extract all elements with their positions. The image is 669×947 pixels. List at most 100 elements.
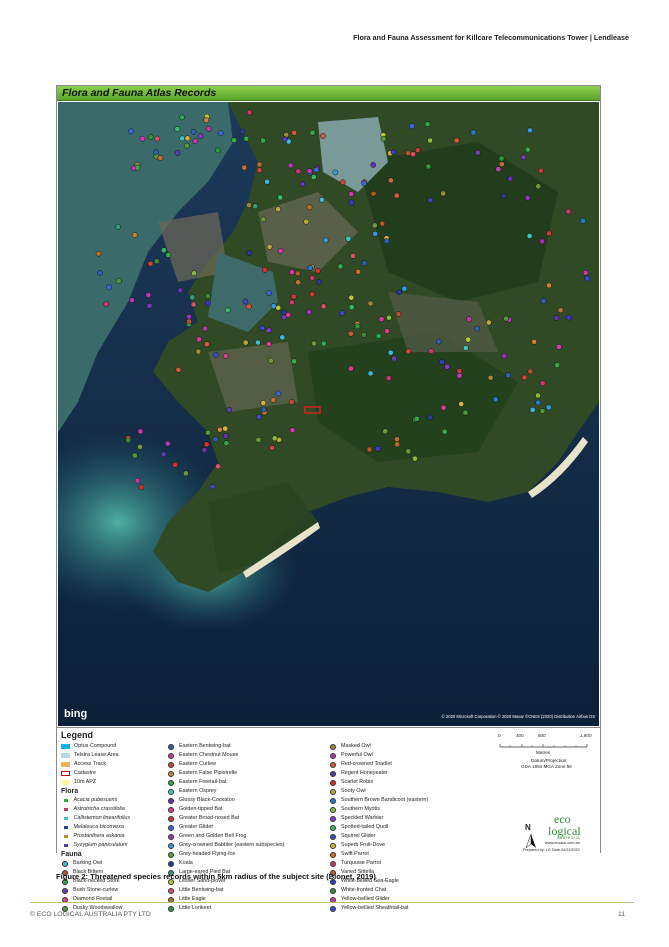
species-record-point: [261, 267, 268, 273]
legend-section-heading: Flora: [61, 788, 79, 795]
species-record-point: [405, 348, 412, 355]
species-record-point: [269, 444, 276, 451]
species-record-point: [372, 231, 378, 237]
species-record-point: [314, 267, 321, 274]
species-record-point: [367, 300, 374, 307]
species-record-point: [347, 330, 354, 337]
species-record-point: [154, 135, 161, 142]
legend-column-1: Optus Compound Telstra Lease Area Access T…: [61, 742, 130, 913]
legend-item-label: Bush Stone-curlew: [73, 887, 119, 893]
species-record-point: [255, 413, 262, 420]
species-record-point: [427, 137, 433, 144]
footer-copyright: © ECO LOGICAL AUSTRALIA PTY LTD: [30, 911, 151, 918]
species-record-point: [195, 348, 202, 355]
species-record-point: [507, 175, 514, 182]
legend-item-label: Greater Broad-nosed Bat: [179, 815, 240, 821]
species-record-point: [310, 174, 317, 180]
north-label: N: [525, 823, 531, 832]
legend-item: Turquoise Parrot: [329, 859, 428, 868]
species-record-point: [439, 359, 445, 365]
species-record-point: [222, 433, 229, 439]
species-record-point: [348, 191, 355, 197]
species-record-point: [412, 455, 418, 462]
legend-item-label: Speckled Warbler: [341, 815, 384, 821]
circle-marker-icon: [168, 806, 174, 813]
species-record-point: [191, 270, 197, 277]
species-record-point: [201, 447, 208, 453]
species-record-point: [306, 204, 313, 211]
legend-item-label: Southern Myotis: [341, 806, 380, 812]
species-record-point: [370, 162, 377, 168]
species-record-point: [540, 298, 547, 304]
species-record-point: [546, 282, 552, 289]
legend-item-label: Access Track: [74, 761, 107, 767]
legend-item: Powerful Owl: [329, 751, 428, 760]
species-record-point: [270, 397, 277, 403]
species-record-point: [279, 334, 286, 341]
circle-marker-icon: [330, 860, 336, 867]
species-record-point: [246, 249, 253, 256]
species-record-point: [115, 224, 121, 230]
circle-marker-icon: [330, 761, 336, 768]
species-record-point: [311, 340, 317, 347]
species-record-point: [383, 238, 390, 244]
species-record-point: [256, 167, 263, 174]
species-record-point: [97, 270, 104, 276]
species-record-point: [203, 341, 210, 348]
species-record-point: [391, 355, 398, 362]
legend-item: Syzygium paniculatum: [61, 841, 130, 850]
species-record-point: [197, 133, 204, 139]
species-record-point: [405, 448, 412, 455]
legend-item-label: Little Bentwing-bat: [179, 887, 224, 893]
species-record-point: [306, 309, 313, 315]
legend-item-label: Eastern Osprey: [179, 788, 217, 794]
page-number: 11: [617, 911, 625, 918]
species-record-point: [203, 441, 210, 448]
species-record-point: [348, 294, 355, 301]
circle-marker-icon: [330, 770, 336, 777]
species-record-point: [289, 299, 295, 306]
species-record-point: [332, 169, 339, 176]
species-record-point: [223, 440, 230, 447]
legend-item: Grey-crowned Babbler (eastern subspecies…: [167, 841, 284, 850]
legend-item: Regent Honeyeater: [329, 769, 428, 778]
circle-marker-icon: [168, 815, 174, 822]
species-record-point: [456, 368, 463, 374]
species-record-point: [165, 252, 172, 258]
legend-item-label: Sooty Owl: [341, 788, 366, 794]
species-record-point: [470, 129, 477, 136]
circle-marker-icon: [168, 860, 174, 867]
species-record-point: [375, 333, 382, 339]
legend-item-label: Acacia pubescens: [73, 797, 118, 803]
circle-marker-icon: [330, 842, 336, 849]
species-record-point: [164, 440, 171, 447]
species-record-point: [520, 154, 527, 161]
legend-item: Southern Brown Bandicoot (eastern): [329, 796, 428, 805]
legend-item-label: Optus Compound: [74, 743, 117, 749]
species-record-point: [529, 407, 536, 413]
species-record-point: [277, 194, 284, 201]
species-record-point: [154, 258, 160, 265]
circle-marker-icon: [330, 887, 336, 894]
legend-item: Barking Owl: [61, 859, 130, 868]
cadastre-outline-icon: [61, 771, 70, 776]
square-marker-icon: [64, 834, 68, 839]
legend-item: Little Lorikeet: [167, 904, 284, 913]
species-record-point: [222, 425, 229, 432]
species-record-point: [401, 285, 408, 292]
species-record-point: [264, 178, 270, 185]
species-record-point: [427, 197, 434, 204]
species-record-point: [288, 399, 295, 405]
species-record-point: [184, 135, 191, 142]
species-record-point: [526, 233, 533, 239]
legend-item-label: White-fronted Chat: [341, 887, 387, 893]
species-record-point: [246, 109, 253, 116]
legend-item: Eastern Curlew: [167, 760, 284, 769]
species-record-point: [348, 199, 355, 206]
species-record-point: [424, 121, 431, 128]
species-record-point: [320, 303, 327, 310]
species-record-point: [440, 190, 446, 197]
species-record-point: [495, 166, 502, 172]
datum-projection: GDA 1994 MGA Zone 56: [521, 764, 572, 769]
species-record-point: [307, 265, 314, 271]
